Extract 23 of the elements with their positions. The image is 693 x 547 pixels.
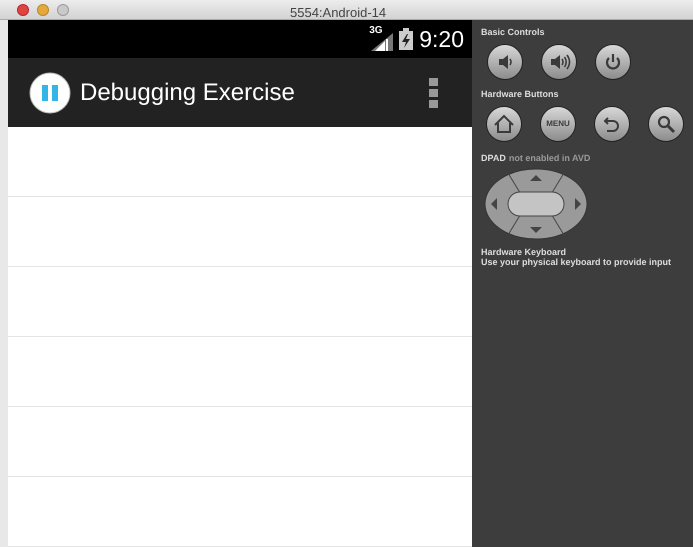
overflow-menu-icon[interactable]	[429, 78, 438, 108]
window-title: 5554:Android-14	[290, 6, 386, 19]
app-icon	[29, 72, 71, 114]
back-button[interactable]	[594, 106, 630, 142]
home-button[interactable]	[486, 106, 522, 142]
signal-icon	[371, 33, 394, 51]
battery-icon	[399, 28, 414, 50]
power-button[interactable]	[595, 44, 631, 80]
clock: 9:20	[419, 28, 464, 50]
close-window-button[interactable]	[17, 4, 29, 16]
volume-up-button[interactable]	[541, 44, 577, 80]
network-type: 3G	[369, 26, 383, 36]
menu-button[interactable]: MENU	[540, 106, 576, 142]
volume-down-button[interactable]	[487, 44, 523, 80]
section-title: Basic Controls	[481, 28, 546, 37]
minimize-window-button[interactable]	[37, 4, 49, 16]
app-title: Debugging Exercise	[80, 78, 296, 108]
search-button[interactable]	[648, 106, 684, 142]
section-title: Hardware Buttons	[481, 90, 560, 99]
keyboard-note: Use your physical keyboard to provide input	[481, 258, 672, 267]
dpad-note: not enabled in AVD	[508, 154, 590, 163]
section-title: DPAD	[481, 154, 506, 163]
section-title: Hardware Keyboard	[481, 248, 568, 257]
